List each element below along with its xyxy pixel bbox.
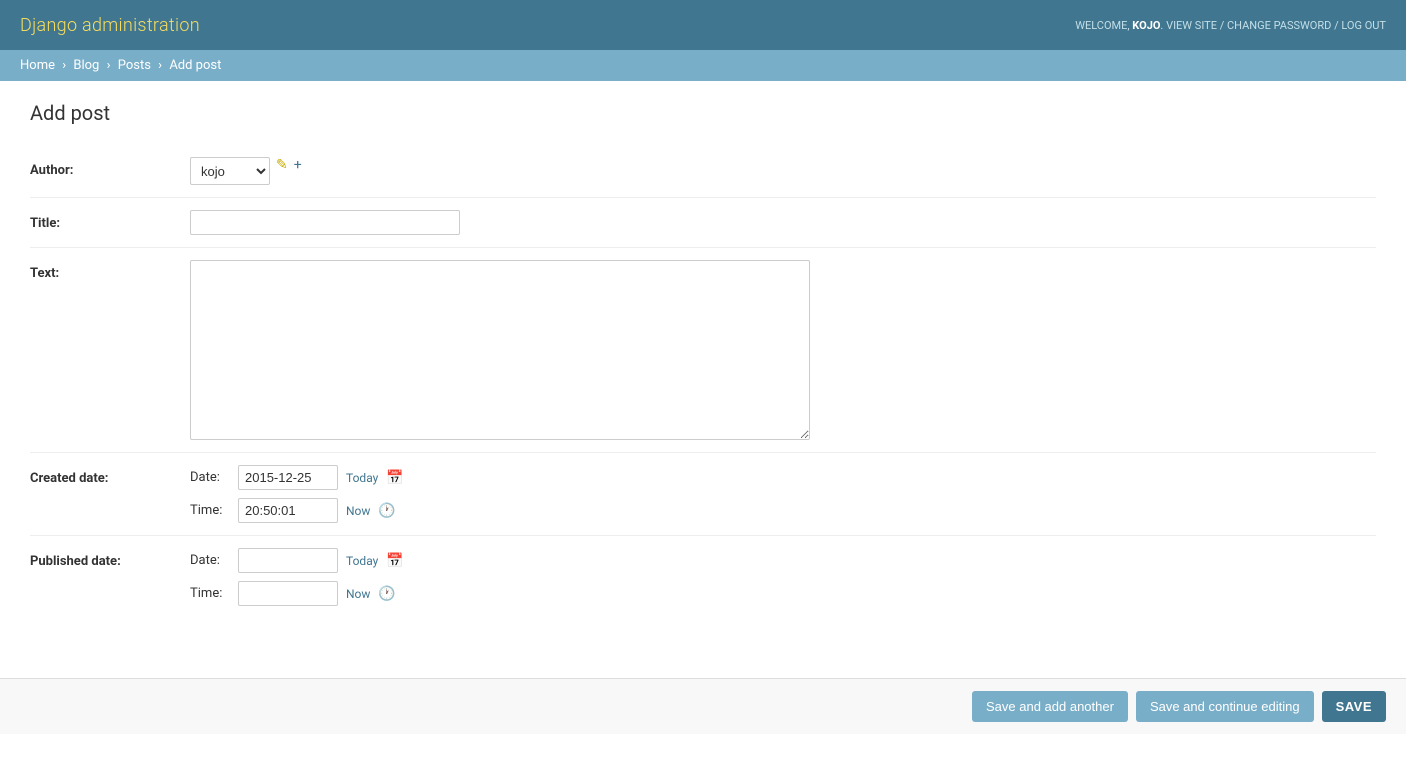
add-post-form: Author: kojo ✎ + Title: Text: (30, 145, 1376, 618)
breadcrumb-current: Add post (169, 58, 221, 73)
published-date-calendar-icon[interactable]: 📅 (386, 553, 403, 569)
author-add-icon[interactable]: + (294, 157, 302, 173)
author-select[interactable]: kojo (190, 157, 270, 185)
change-password-link[interactable]: CHANGE PASSWORD (1227, 19, 1331, 32)
created-date-today-link[interactable]: Today (346, 471, 378, 485)
created-date-input[interactable] (238, 465, 338, 490)
created-date-label: Created date: (30, 465, 190, 486)
user-tools: WELCOME, KOJO. VIEW SITE / CHANGE PASSWO… (1075, 19, 1386, 32)
breadcrumbs: Home › Blog › Posts › Add post (0, 50, 1406, 81)
breadcrumb-posts[interactable]: Posts (118, 58, 151, 73)
published-date-today-link[interactable]: Today (346, 554, 378, 568)
breadcrumb-blog[interactable]: Blog (73, 58, 99, 73)
created-time-sublabel: Time: (190, 503, 230, 518)
welcome-text: WELCOME, (1075, 19, 1132, 32)
page-title: Add post (30, 101, 1376, 125)
created-date-dt-row: Date: Today 📅 (190, 465, 404, 490)
content-area: Add post Author: kojo ✎ + Title: (0, 81, 1406, 638)
created-date-field-content: Date: Today 📅 Time: Now 🕐 (190, 465, 1376, 523)
text-textarea[interactable] (190, 260, 810, 440)
breadcrumb-separator-2: › (107, 58, 111, 73)
created-date-row: Created date: Date: Today 📅 Time: Now 🕐 (30, 452, 1376, 535)
published-time-dt-row: Time: Now 🕐 (190, 581, 404, 606)
text-label: Text: (30, 260, 190, 281)
created-date-calendar-icon[interactable]: 📅 (386, 470, 403, 486)
title-field-content (190, 210, 1376, 235)
header: Django administration WELCOME, KOJO. VIE… (0, 0, 1406, 50)
breadcrumb-home[interactable]: Home (20, 58, 55, 73)
save-and-continue-button[interactable]: Save and continue editing (1136, 691, 1314, 722)
published-date-input[interactable] (238, 548, 338, 573)
author-edit-icon[interactable]: ✎ (276, 157, 288, 173)
created-time-dt-row: Time: Now 🕐 (190, 498, 404, 523)
text-row: Text: (30, 247, 1376, 452)
published-date-dt-row: Date: Today 📅 (190, 548, 404, 573)
log-out-link[interactable]: LOG OUT (1341, 19, 1386, 32)
published-date-label: Published date: (30, 548, 190, 569)
created-time-clock-icon[interactable]: 🕐 (378, 503, 395, 519)
published-time-sublabel: Time: (190, 586, 230, 601)
published-time-now-link[interactable]: Now (346, 587, 370, 601)
form-footer: Save and add another Save and continue e… (0, 678, 1406, 734)
published-date-field-content: Date: Today 📅 Time: Now 🕐 (190, 548, 1376, 606)
created-date-time-group: Date: Today 📅 Time: Now 🕐 (190, 465, 404, 523)
title-label: Title: (30, 210, 190, 231)
text-field-content (190, 260, 1376, 440)
site-branding: Django administration (20, 15, 200, 36)
published-time-clock-icon[interactable]: 🕐 (378, 586, 395, 602)
title-row: Title: (30, 197, 1376, 247)
created-time-now-link[interactable]: Now (346, 504, 370, 518)
created-date-sublabel: Date: (190, 470, 230, 485)
title-input[interactable] (190, 210, 460, 235)
save-and-add-button[interactable]: Save and add another (972, 691, 1128, 722)
published-date-time-group: Date: Today 📅 Time: Now 🕐 (190, 548, 404, 606)
view-site-link[interactable]: VIEW SITE (1166, 19, 1217, 32)
author-label: Author: (30, 157, 190, 178)
save-button[interactable]: SAVE (1322, 691, 1386, 722)
breadcrumb-separator-1: › (62, 58, 66, 73)
breadcrumb-separator-3: › (158, 58, 162, 73)
published-date-row: Published date: Date: Today 📅 Time: Now … (30, 535, 1376, 618)
author-icons: ✎ + (276, 157, 302, 173)
author-row: Author: kojo ✎ + (30, 145, 1376, 197)
username: KOJO (1132, 19, 1160, 32)
published-date-sublabel: Date: (190, 553, 230, 568)
created-time-input[interactable] (238, 498, 338, 523)
published-time-input[interactable] (238, 581, 338, 606)
author-field-content: kojo ✎ + (190, 157, 1376, 185)
